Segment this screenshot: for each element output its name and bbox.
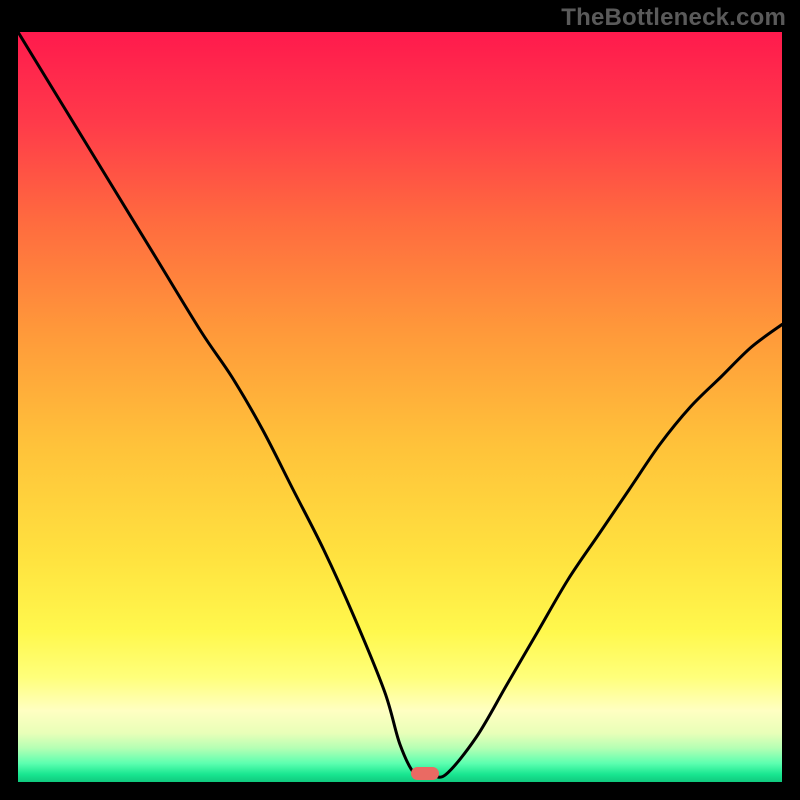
optimal-marker xyxy=(411,767,439,780)
gradient-background xyxy=(18,32,782,782)
watermark-text: TheBottleneck.com xyxy=(561,4,786,32)
chart-container: TheBottleneck.com xyxy=(0,0,800,800)
plot-area xyxy=(18,32,782,782)
chart-svg xyxy=(18,32,782,782)
